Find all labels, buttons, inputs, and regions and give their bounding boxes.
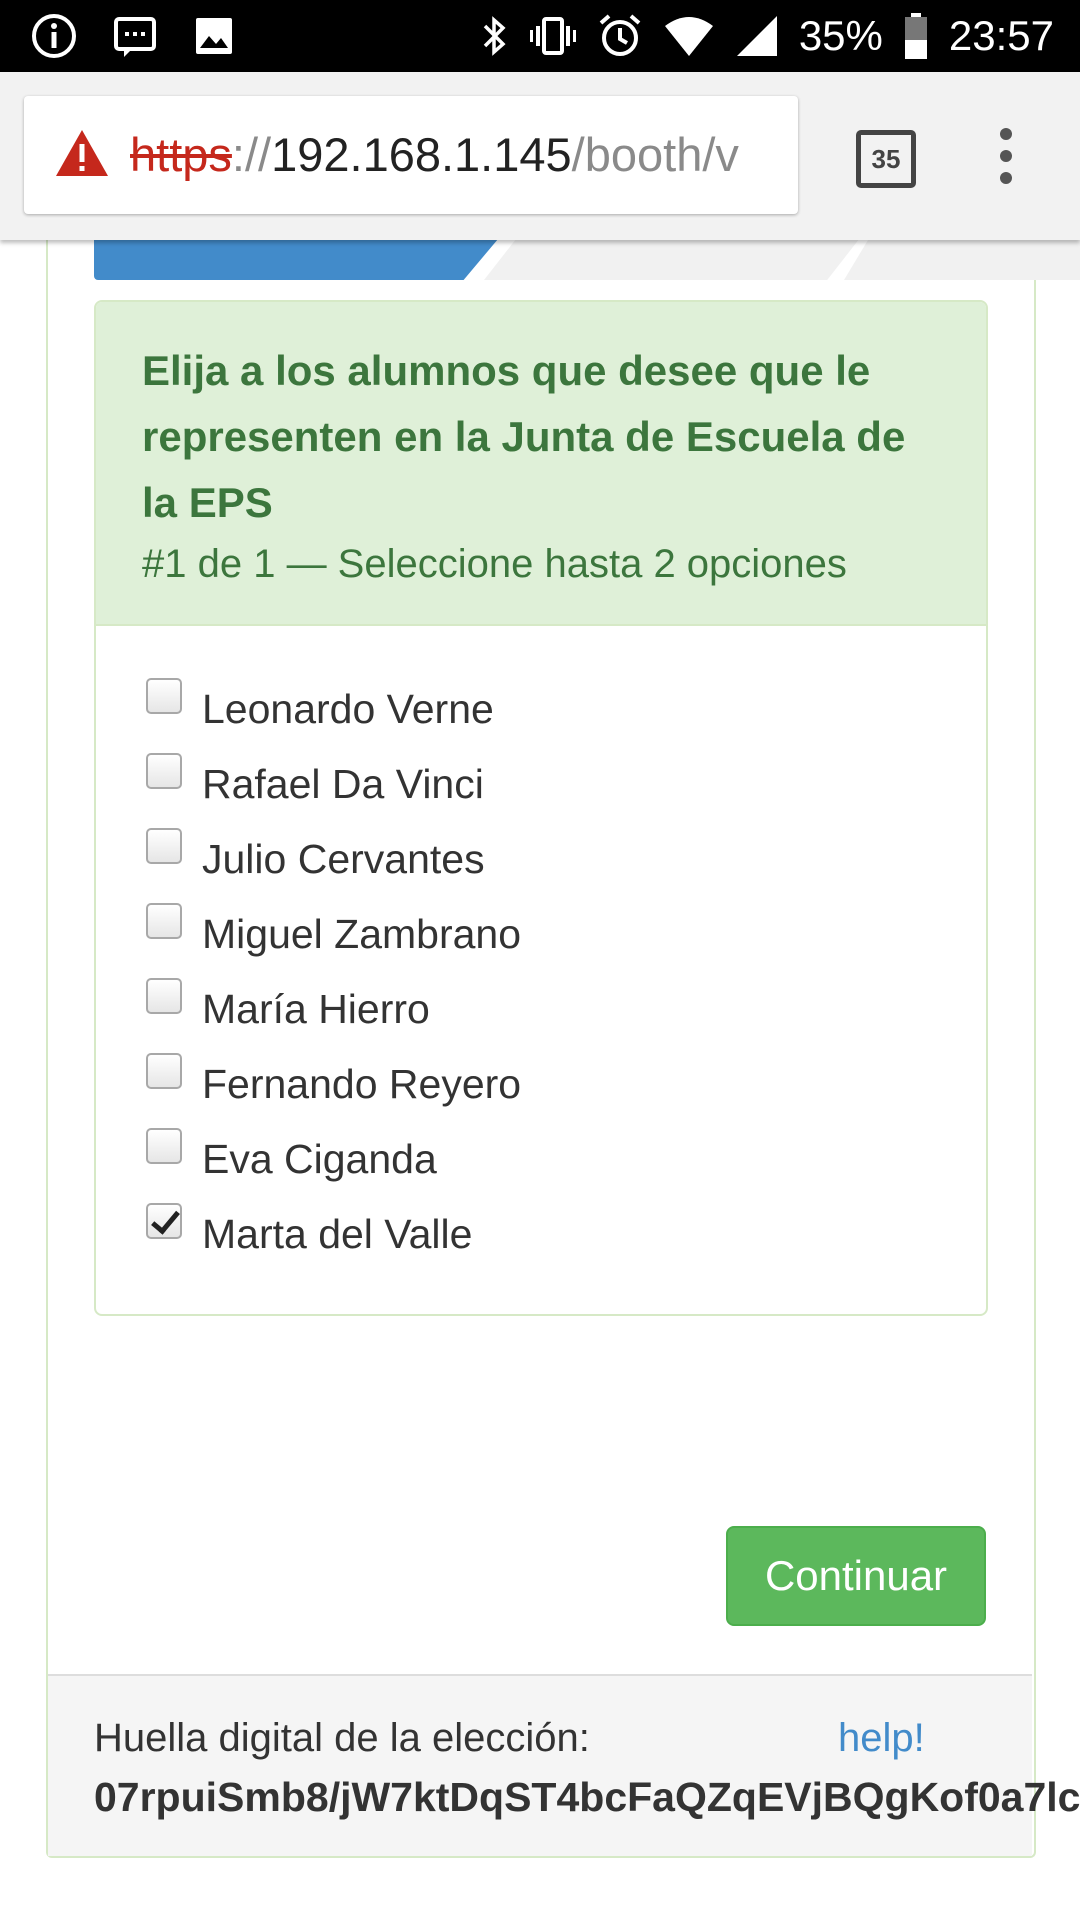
- url-text[interactable]: https://192.168.1.145/booth/v: [130, 96, 739, 214]
- answer-label[interactable]: Marta del Valle: [202, 1209, 472, 1259]
- url-separator: ://: [231, 128, 272, 181]
- answer-label[interactable]: Fernando Reyero: [202, 1059, 521, 1109]
- question-subtitle: #1 de 1 — Seleccione hasta 2 opciones: [142, 542, 847, 586]
- question-header: Elija a los alumnos que desee que le rep…: [96, 302, 986, 626]
- answer-option[interactable]: Miguel Zambrano: [146, 903, 986, 978]
- status-bar: 35% 23:57: [0, 0, 1080, 72]
- answer-label[interactable]: María Hierro: [202, 984, 430, 1034]
- image-icon: [192, 14, 236, 58]
- url-host: 192.168.1.145: [271, 128, 572, 181]
- answer-checkbox[interactable]: [146, 1053, 182, 1089]
- question-panel: Elija a los alumnos que desee que le rep…: [94, 300, 988, 1316]
- answer-label[interactable]: Julio Cervantes: [202, 834, 485, 884]
- answer-label[interactable]: Miguel Zambrano: [202, 909, 521, 959]
- answer-checkbox[interactable]: [146, 828, 182, 864]
- answer-label[interactable]: Leonardo Verne: [202, 684, 494, 734]
- answer-checkbox[interactable]: [146, 1203, 182, 1239]
- answer-option[interactable]: Eva Ciganda: [146, 1128, 986, 1203]
- fingerprint-label: Huella digital de la elección:: [94, 1716, 590, 1760]
- status-bar-left: [30, 10, 236, 62]
- tab-switcher-button[interactable]: 35: [856, 130, 916, 188]
- clock: 23:57: [948, 12, 1054, 59]
- overflow-menu-icon[interactable]: [996, 128, 1016, 188]
- status-bar-right: 35% 23:57: [479, 0, 1054, 72]
- address-bar[interactable]: https://192.168.1.145/booth/v: [24, 96, 798, 214]
- answer-checkbox[interactable]: [146, 678, 182, 714]
- help-link[interactable]: help!: [838, 1716, 925, 1761]
- answer-checkbox[interactable]: [146, 753, 182, 789]
- browser-toolbar: https://192.168.1.145/booth/v 35: [0, 72, 1080, 240]
- battery-percent: 35%: [798, 12, 883, 59]
- answer-checkbox[interactable]: [146, 1128, 182, 1164]
- answer-checkbox[interactable]: [146, 978, 182, 1014]
- answer-option[interactable]: Rafael Da Vinci: [146, 753, 986, 828]
- answer-option[interactable]: Julio Cervantes: [146, 828, 986, 903]
- url-path: /booth/v: [571, 128, 739, 181]
- election-footer: Huella digital de la elección: help! 07r…: [48, 1674, 1080, 1856]
- answer-list: Leonardo Verne Rafael Da Vinci Julio Cer…: [96, 626, 986, 1278]
- answer-option[interactable]: Leonardo Verne: [146, 678, 986, 753]
- signal-icon: [735, 14, 779, 58]
- vibrate-icon: [529, 14, 577, 58]
- battery-icon: [903, 12, 929, 60]
- question-title: Elija a los alumnos que desee que le rep…: [142, 347, 906, 526]
- answer-option[interactable]: Marta del Valle: [146, 1203, 986, 1278]
- answer-label[interactable]: Eva Ciganda: [202, 1134, 437, 1184]
- url-scheme: https: [130, 128, 232, 181]
- bluetooth-icon: [479, 14, 509, 58]
- message-icon: [112, 13, 158, 59]
- alarm-icon: [597, 13, 643, 59]
- answer-label[interactable]: Rafael Da Vinci: [202, 759, 484, 809]
- fingerprint-hash: 07rpuiSmb8/jW7ktDqST4bcFaQZqEVjBQgKof0a7…: [94, 1774, 1080, 1820]
- security-warning-icon[interactable]: [54, 128, 110, 183]
- wifi-icon: [663, 14, 715, 58]
- continue-button[interactable]: Continuar: [726, 1526, 986, 1626]
- answer-option[interactable]: María Hierro: [146, 978, 986, 1053]
- answer-checkbox[interactable]: [146, 903, 182, 939]
- answer-option[interactable]: Fernando Reyero: [146, 1053, 986, 1128]
- info-icon: [30, 12, 78, 60]
